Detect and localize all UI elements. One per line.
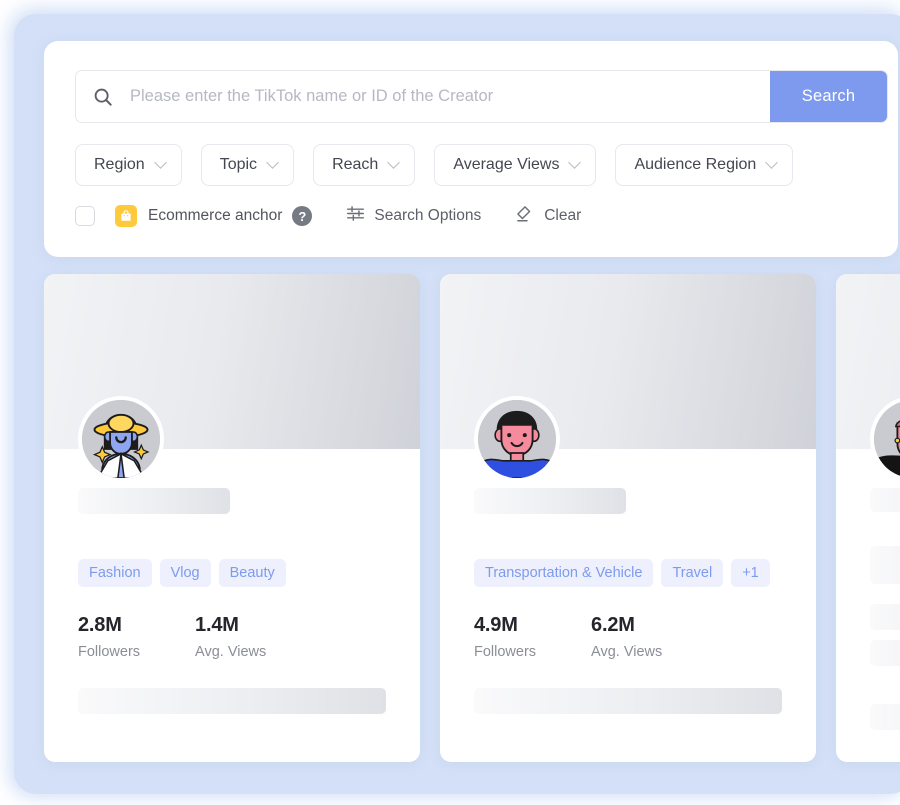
stat-avg-views: 6.2M Avg. Views bbox=[591, 614, 662, 660]
creator-card[interactable] bbox=[836, 274, 900, 762]
page-root: Search Region Topic Reach Average Views … bbox=[0, 0, 900, 805]
filter-chip-topic-label: Topic bbox=[219, 156, 258, 173]
stat-avg-views: 1.4M Avg. Views bbox=[195, 614, 266, 660]
filter-chip-region[interactable]: Region bbox=[75, 144, 182, 186]
avatar bbox=[78, 396, 164, 482]
chevron-down-icon bbox=[387, 155, 401, 169]
stat-group: 4.9M Followers 6.2M Avg. Views bbox=[474, 614, 662, 660]
filter-chip-reach-label: Reach bbox=[332, 156, 379, 173]
stat-followers: 4.9M Followers bbox=[474, 614, 536, 660]
search-icon bbox=[76, 86, 130, 108]
stat-followers: 2.8M Followers bbox=[78, 614, 140, 660]
filter-chip-region-label: Region bbox=[94, 156, 145, 173]
filter-chip-average-views[interactable]: Average Views bbox=[434, 144, 597, 186]
filter-chip-audience-region[interactable]: Audience Region bbox=[615, 144, 794, 186]
stat-value: 6.2M bbox=[591, 614, 635, 636]
filter-chip-topic[interactable]: Topic bbox=[200, 144, 295, 186]
card-action-placeholder bbox=[870, 704, 900, 730]
sliders-icon bbox=[346, 204, 365, 228]
clear-label: Clear bbox=[544, 207, 582, 224]
creator-name-placeholder bbox=[870, 488, 900, 512]
shopping-bag-icon bbox=[115, 205, 137, 227]
ecommerce-anchor-checkbox[interactable] bbox=[75, 206, 95, 226]
tag[interactable]: Vlog bbox=[159, 559, 211, 587]
stat-value: 1.4M bbox=[195, 614, 239, 636]
creator-avatar-curly-icon bbox=[478, 400, 556, 478]
search-bar[interactable]: Search bbox=[75, 70, 888, 123]
stat-value: 2.8M bbox=[78, 614, 122, 636]
chevron-down-icon bbox=[153, 155, 167, 169]
stat-label: Followers bbox=[78, 644, 141, 660]
card-action-placeholder bbox=[474, 688, 782, 714]
search-panel: Search Region Topic Reach Average Views … bbox=[44, 41, 898, 257]
tag[interactable]: Beauty bbox=[218, 559, 286, 587]
eraser-icon bbox=[515, 204, 535, 229]
ecommerce-anchor-label: Ecommerce anchor bbox=[148, 207, 283, 224]
tag-list: Fashion Vlog Beauty bbox=[78, 559, 286, 587]
filter-chip-average-views-label: Average Views bbox=[453, 156, 560, 173]
creator-card[interactable]: Transportation & Vehicle Travel +1 4.9M … bbox=[440, 274, 816, 762]
tag[interactable]: Travel bbox=[661, 559, 724, 587]
chevron-down-icon bbox=[266, 155, 279, 169]
search-button[interactable]: Search bbox=[770, 71, 887, 122]
avatar bbox=[474, 396, 560, 482]
chevron-down-icon bbox=[568, 155, 582, 169]
stat-label: Avg. Views bbox=[195, 644, 267, 660]
stat-value: 4.9M bbox=[474, 614, 518, 636]
search-options-button[interactable]: Search Options bbox=[346, 204, 481, 228]
creator-name-placeholder bbox=[474, 488, 626, 514]
creator-card-list: Fashion Vlog Beauty 2.8M Followers 1.4M … bbox=[44, 274, 900, 762]
stat-label: Avg. Views bbox=[591, 644, 663, 660]
tag[interactable]: Fashion bbox=[78, 559, 152, 587]
stat-group: 2.8M Followers 1.4M Avg. Views bbox=[78, 614, 266, 660]
creator-card[interactable]: Fashion Vlog Beauty 2.8M Followers 1.4M … bbox=[44, 274, 420, 762]
tag-placeholder bbox=[870, 546, 900, 584]
filter-chip-audience-region-label: Audience Region bbox=[634, 156, 757, 173]
options-row: Ecommerce anchor ? Search Options Clear bbox=[75, 203, 581, 229]
creator-name-placeholder bbox=[78, 488, 230, 514]
creator-avatar-hat-icon bbox=[82, 400, 160, 478]
chevron-down-icon bbox=[765, 155, 779, 169]
search-options-label: Search Options bbox=[374, 207, 482, 224]
stat-placeholder bbox=[870, 640, 900, 666]
stat-placeholder bbox=[870, 604, 900, 630]
filter-chip-reach[interactable]: Reach bbox=[313, 144, 416, 186]
help-icon[interactable]: ? bbox=[292, 206, 313, 226]
clear-button[interactable]: Clear bbox=[515, 204, 581, 229]
tag[interactable]: Transportation & Vehicle bbox=[474, 559, 654, 587]
filter-chip-row: Region Topic Reach Average Views Audienc… bbox=[75, 144, 794, 186]
stat-label: Followers bbox=[474, 644, 537, 660]
card-action-placeholder bbox=[78, 688, 386, 714]
tag-overflow-count[interactable]: +1 bbox=[731, 559, 770, 587]
search-input[interactable] bbox=[130, 71, 770, 122]
tag-list: Transportation & Vehicle Travel +1 bbox=[474, 559, 770, 587]
